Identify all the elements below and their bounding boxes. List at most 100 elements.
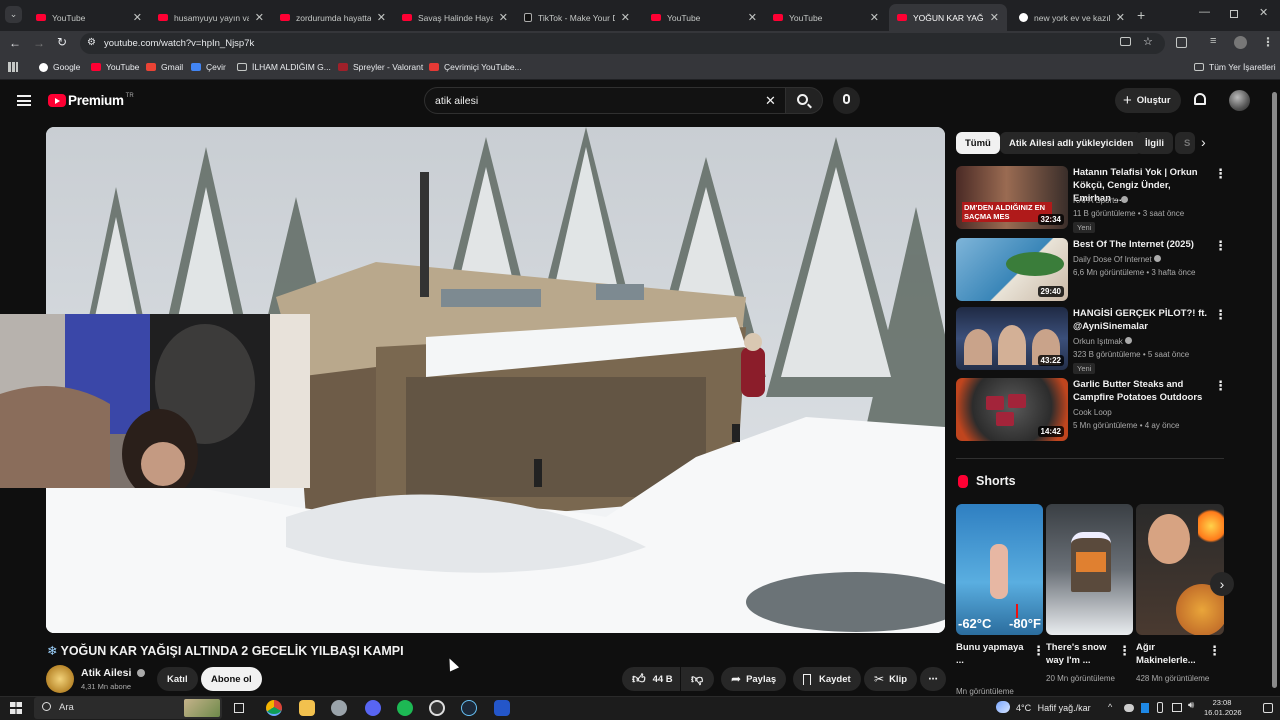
bookmark-gmail[interactable]: Gmail <box>146 62 183 72</box>
file-explorer-icon[interactable] <box>299 700 315 716</box>
reload-icon[interactable]: ↻ <box>57 35 67 49</box>
close-tab-icon[interactable]: ✕ <box>1116 11 1125 24</box>
video-thumbnail[interactable]: 29:40 <box>956 238 1068 301</box>
search-input[interactable]: atik ailesi <box>435 95 478 107</box>
bookmark-google[interactable]: Google <box>39 62 80 72</box>
close-window-button[interactable]: ✕ <box>1259 6 1268 19</box>
search-button[interactable] <box>786 87 823 114</box>
more-options-icon[interactable]: ⋮ <box>1208 643 1221 659</box>
video-title[interactable]: Garlic Butter Steaks and Campfire Potato… <box>1073 378 1208 404</box>
close-tab-icon[interactable]: ✕ <box>133 11 142 24</box>
discord-icon[interactable] <box>365 700 381 716</box>
media-controls-icon[interactable]: ≡ <box>1210 35 1216 47</box>
more-options-icon[interactable]: ⋮ <box>1214 238 1227 254</box>
more-options-icon[interactable]: ⋮ <box>1032 643 1045 659</box>
short-title[interactable]: Bunu yapmaya ... <box>956 641 1026 667</box>
app-icon[interactable] <box>494 700 510 716</box>
back-icon[interactable]: ← <box>9 36 21 50</box>
short-item[interactable]: There's snow way I'm ... 20 Mn görüntüle… <box>1046 504 1133 700</box>
create-button[interactable]: + Oluştur <box>1115 88 1181 113</box>
more-options-icon[interactable]: ⋮ <box>1118 643 1131 659</box>
forward-icon[interactable]: → <box>33 36 45 50</box>
close-tab-icon[interactable]: ✕ <box>621 11 630 24</box>
weather-widget[interactable]: 4°C Hafif yağ./kar <box>1016 703 1091 713</box>
close-tab-icon[interactable]: ✕ <box>377 11 386 24</box>
chip-from-uploader[interactable]: Atik Ailesi adlı yükleyiciden <box>1000 132 1143 154</box>
channel-name[interactable]: Cook Loop <box>1073 406 1112 419</box>
close-tab-icon[interactable]: ✕ <box>990 11 999 24</box>
notifications-bell-icon[interactable] <box>1194 93 1206 105</box>
channel-name[interactable]: Daily Dose Of Internet <box>1073 253 1161 266</box>
apps-grid-icon[interactable] <box>8 62 18 72</box>
restore-button[interactable] <box>1230 10 1238 18</box>
share-button[interactable]: ➦ Paylaş <box>721 667 787 691</box>
video-thumbnail[interactable]: 43:22 <box>956 307 1068 370</box>
short-title[interactable]: There's snow way I'm ... <box>1046 641 1116 667</box>
channel-name[interactable]: Orkun Işıtmak <box>1073 335 1133 348</box>
network-icon[interactable] <box>1172 703 1182 712</box>
tray-chevron-icon[interactable]: ^ <box>1108 702 1112 712</box>
address-bar[interactable]: ⚙ youtube.com/watch?v=hpIn_Njsp7k ☆ <box>80 33 1165 54</box>
volume-icon[interactable]: 🔊︎ <box>1188 700 1194 711</box>
bookmark-star-icon[interactable]: ☆ <box>1143 35 1153 48</box>
recommendation-item[interactable]: 14:42 Garlic Butter Steaks and Campfire … <box>956 378 1227 444</box>
steam-icon[interactable] <box>461 700 477 716</box>
bookmark-online-youtube[interactable]: Çevrimiçi YouTube... <box>429 62 522 72</box>
task-view-icon[interactable] <box>234 703 244 713</box>
taskbar-search[interactable]: Ara <box>34 697 222 719</box>
browser-tab[interactable]: zordurumda hayatta ✕ <box>272 4 394 31</box>
close-tab-icon[interactable]: ✕ <box>870 11 879 24</box>
short-item[interactable]: -62°C -80°F Bunu yapmaya ... Mn görüntül… <box>956 504 1045 700</box>
browser-tab[interactable]: YouTube ✕ <box>643 4 765 31</box>
subscribe-button[interactable]: Abone ol <box>201 667 262 691</box>
browser-tab[interactable]: Savaş Halinde Hayatt ✕ <box>394 4 516 31</box>
close-tab-icon[interactable]: ✕ <box>255 11 264 24</box>
chrome-taskbar-icon[interactable] <box>266 700 282 716</box>
new-tab-button[interactable]: + <box>1137 7 1145 23</box>
browser-tab[interactable]: new york ev ve kazık ✕ <box>1011 4 1133 31</box>
voice-search-button[interactable] <box>833 87 860 114</box>
short-thumbnail[interactable] <box>1046 504 1133 635</box>
recommendation-item[interactable]: 29:40 Best Of The Internet (2025) Daily … <box>956 238 1227 304</box>
close-tab-icon[interactable]: ✕ <box>748 11 757 24</box>
video-thumbnail[interactable]: 14:42 <box>956 378 1068 441</box>
short-item[interactable]: Ağır Makinelerle... 428 Mn görüntüleme ⋮ <box>1136 504 1224 700</box>
short-title[interactable]: Ağır Makinelerle... <box>1136 641 1206 667</box>
browser-tab[interactable]: YouTube ✕ <box>28 4 150 31</box>
hamburger-menu-icon[interactable] <box>17 95 31 106</box>
more-options-icon[interactable]: ⋮ <box>1214 378 1227 394</box>
bookmark-folder-ilham[interactable]: İLHAM ALDIĞIM G... <box>237 62 331 72</box>
short-thumbnail[interactable] <box>1136 504 1224 635</box>
all-bookmarks[interactable]: Tüm Yer İşaretleri <box>1194 62 1276 72</box>
join-button[interactable]: Katıl <box>157 667 198 691</box>
bookmark-youtube[interactable]: YouTube <box>91 62 139 72</box>
chip-related[interactable]: İlgili <box>1136 132 1173 154</box>
clear-search-icon[interactable]: ✕ <box>765 93 776 109</box>
chips-next-arrow-icon[interactable]: › <box>1201 134 1206 150</box>
profile-avatar-icon[interactable] <box>1234 36 1247 49</box>
shorts-next-button[interactable]: › <box>1210 572 1234 596</box>
channel-name[interactable]: Atik Ailesi <box>81 667 146 679</box>
chip-all[interactable]: Tümü <box>956 132 1000 154</box>
more-options-icon[interactable]: ⋮ <box>1214 307 1227 323</box>
video-title[interactable]: HANGİSİ GERÇEK PİLOT?! ft. @AyniSinemala… <box>1073 307 1208 333</box>
more-options-icon[interactable]: ⋮ <box>1214 166 1227 182</box>
chip-more[interactable]: S <box>1175 132 1195 154</box>
youtube-premium-logo[interactable]: Premium TR <box>48 93 134 108</box>
clock[interactable]: 23:08 16.01.2026 <box>1204 698 1242 718</box>
account-avatar[interactable] <box>1229 90 1250 111</box>
close-tab-icon[interactable]: ✕ <box>499 11 508 24</box>
channel-avatar[interactable] <box>46 665 74 693</box>
recommendation-item[interactable]: 43:22 HANGİSİ GERÇEK PİLOT?! ft. @AyniSi… <box>956 307 1227 374</box>
browser-tab[interactable]: husamyuyu yayın vakit✕ <box>150 4 272 31</box>
browser-menu-icon[interactable]: ⋮ <box>1262 35 1274 49</box>
clip-button[interactable]: ✂ Klip <box>864 667 918 691</box>
windows-start-icon[interactable] <box>10 702 22 714</box>
search-box[interactable]: atik ailesi ✕ <box>424 87 786 114</box>
extensions-icon[interactable] <box>1176 37 1187 48</box>
dislike-button[interactable]: 👎︎ <box>681 667 714 691</box>
video-thumbnail[interactable]: DM'DEN ALDIĞINIZ EN SAÇMA MES 32:34 <box>956 166 1068 229</box>
minimize-button[interactable]: — <box>1199 6 1210 18</box>
recommendation-item[interactable]: DM'DEN ALDIĞINIZ EN SAÇMA MES 32:34 Hata… <box>956 166 1227 233</box>
bookmark-translate[interactable]: Çevir <box>191 62 226 72</box>
